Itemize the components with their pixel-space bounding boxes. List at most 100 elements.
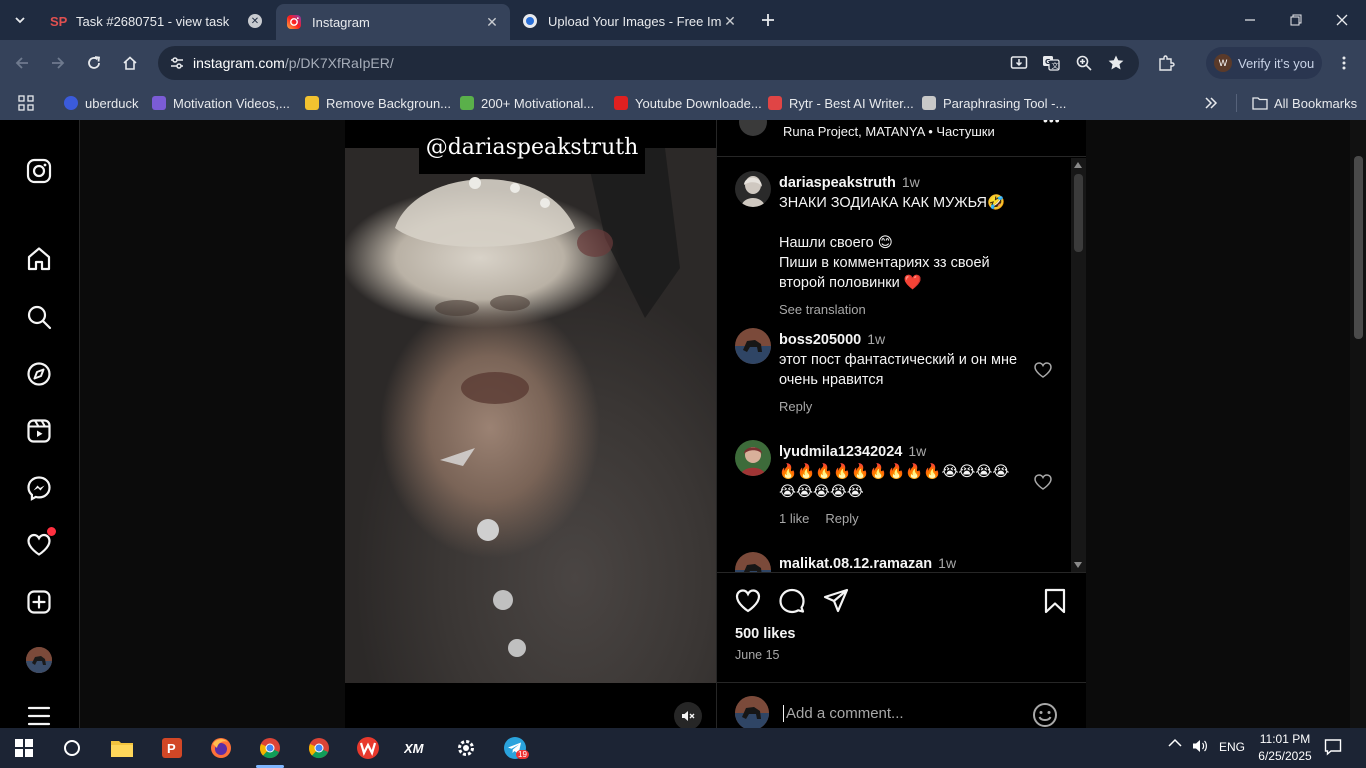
comment-time[interactable]: 1w (867, 331, 885, 347)
home-nav-icon[interactable] (25, 245, 53, 273)
scrollbar-thumb[interactable] (1074, 174, 1083, 252)
close-tab-icon[interactable]: ✕ (722, 13, 738, 29)
close-window-button[interactable] (1322, 6, 1362, 34)
show-hidden-icons-button[interactable] (1168, 738, 1182, 748)
comment-username[interactable]: dariaspeakstruth (779, 175, 896, 191)
likes-count[interactable]: 500 likes (735, 626, 795, 642)
address-bar[interactable]: instagram.com/p/DK7XfRaIpER/ G文 (158, 46, 1139, 80)
bookmark-youtube-downloader[interactable]: Youtube Downloade... (614, 92, 762, 114)
all-bookmarks-button[interactable]: All Bookmarks (1252, 92, 1357, 114)
chrome-button[interactable] (303, 732, 335, 764)
reply-link[interactable]: Reply (825, 511, 858, 526)
forward-button[interactable] (44, 49, 72, 77)
emoji-picker-icon[interactable] (1031, 701, 1059, 728)
site-info-icon[interactable] (166, 52, 188, 74)
post-video[interactable]: @dariaspeakstruth (345, 120, 716, 728)
see-translation-link[interactable]: See translation (779, 302, 866, 317)
create-post-icon[interactable] (25, 588, 53, 616)
bookmark-motivation-videos[interactable]: Motivation Videos,... (152, 92, 290, 114)
tab-task[interactable]: SP Task #2680751 - view task ✕ (40, 4, 272, 38)
page-scrollbar-thumb[interactable] (1354, 156, 1363, 339)
comments-scrollbar[interactable] (1071, 158, 1086, 572)
music-attribution[interactable]: Runa Project, MATANYA • Частушки (783, 124, 995, 139)
comment-avatar[interactable] (735, 328, 771, 364)
comment-user[interactable]: boss205000 1w (779, 331, 885, 348)
tab-search-button[interactable] (8, 8, 32, 32)
messenger-icon[interactable] (25, 474, 53, 502)
post-options-button[interactable]: ••• (1043, 120, 1061, 128)
bookmark-motivational[interactable]: 200+ Motivational... (460, 92, 594, 114)
comment-username[interactable]: lyudmila12342024 (779, 444, 902, 460)
caption-author-avatar[interactable] (735, 171, 771, 207)
minimize-button[interactable] (1230, 6, 1270, 34)
extensions-button[interactable] (1152, 49, 1180, 77)
start-button[interactable] (8, 732, 40, 764)
scroll-up-arrow[interactable] (1074, 162, 1082, 168)
new-tab-button[interactable] (756, 8, 780, 32)
file-explorer-button[interactable] (106, 732, 138, 764)
clock[interactable]: 11:01 PM 6/25/2025 (1254, 731, 1316, 765)
comment-time[interactable]: 1w (938, 555, 956, 571)
bookmark-paraphrasing-tool[interactable]: Paraphrasing Tool -... (922, 92, 1066, 114)
comment-username[interactable]: malikat.08.12.ramazan (779, 556, 932, 572)
save-bookmark-icon[interactable] (1041, 587, 1069, 615)
search-nav-icon[interactable] (25, 303, 53, 331)
home-button[interactable] (116, 49, 144, 77)
translate-icon[interactable]: G文 (1041, 53, 1061, 73)
instagram-logo-icon[interactable] (25, 157, 53, 185)
comment-user[interactable]: dariaspeakstruth 1w (779, 174, 920, 191)
share-send-icon[interactable] (822, 587, 850, 615)
more-menu-icon[interactable] (25, 702, 53, 728)
profile-avatar[interactable] (26, 647, 52, 673)
powerpoint-button[interactable]: P (156, 732, 188, 764)
comment-time[interactable]: 1w (902, 174, 920, 190)
comment-user[interactable]: malikat.08.12.ramazan 1w (779, 555, 956, 572)
likes-count-link[interactable]: 1 like (779, 511, 809, 526)
author-avatar[interactable] (733, 120, 773, 136)
page-scrollbar[interactable] (1350, 120, 1366, 728)
firefox-button[interactable] (205, 732, 237, 764)
comment-avatar[interactable] (735, 440, 771, 476)
reels-icon[interactable] (25, 417, 53, 445)
close-tab-icon[interactable]: ✕ (484, 14, 500, 30)
bookmark-uberduck[interactable]: uberduck (64, 92, 138, 114)
restore-button[interactable] (1276, 6, 1316, 34)
verify-profile-button[interactable]: W Verify it's you (1206, 47, 1322, 79)
tab-instagram[interactable]: Instagram ✕ (276, 4, 510, 40)
bookmark-remove-background[interactable]: Remove Backgroun... (305, 92, 451, 114)
reload-button[interactable] (80, 49, 108, 77)
add-comment-input[interactable]: Add a comment... (783, 705, 904, 722)
like-heart-icon[interactable] (734, 587, 762, 615)
comment-bubble-icon[interactable] (778, 587, 806, 615)
xm-button[interactable]: XM (401, 732, 433, 764)
back-button[interactable] (8, 49, 36, 77)
explore-compass-icon[interactable] (25, 360, 53, 388)
comment-time[interactable]: 1w (908, 443, 926, 459)
notifications-button[interactable] (1324, 738, 1342, 756)
zoom-icon[interactable] (1074, 53, 1094, 73)
comment-user[interactable]: lyudmila12342024 1w (779, 443, 926, 460)
install-app-icon[interactable] (1009, 53, 1029, 73)
input-language[interactable]: ENG (1219, 740, 1245, 754)
wps-office-button[interactable] (352, 732, 384, 764)
tab-upload-images[interactable]: Upload Your Images - Free Imag ✕ (512, 4, 748, 38)
scroll-down-arrow[interactable] (1074, 562, 1082, 568)
comment-username[interactable]: boss205000 (779, 332, 861, 348)
chrome-menu-button[interactable] (1330, 49, 1358, 77)
comment-avatar[interactable] (735, 552, 771, 572)
video-frame[interactable] (345, 148, 716, 683)
mute-button[interactable] (674, 702, 702, 728)
search-taskbar-button[interactable] (56, 732, 88, 764)
apps-button[interactable] (18, 92, 34, 114)
close-tab-icon[interactable]: ✕ (248, 14, 262, 28)
bookmark-rytr[interactable]: Rytr - Best AI Writer... (768, 92, 914, 114)
telegram-button[interactable]: 19 (499, 732, 531, 764)
like-comment-heart-icon[interactable] (1033, 472, 1053, 492)
settings-button[interactable] (450, 732, 482, 764)
volume-button[interactable] (1192, 738, 1208, 754)
chrome-profile-button[interactable] (254, 732, 286, 768)
bookmark-star-icon[interactable] (1106, 53, 1126, 73)
reply-link[interactable]: Reply (779, 399, 812, 414)
more-bookmarks-button[interactable] (1204, 92, 1218, 114)
notifications-heart-icon[interactable] (25, 527, 56, 559)
